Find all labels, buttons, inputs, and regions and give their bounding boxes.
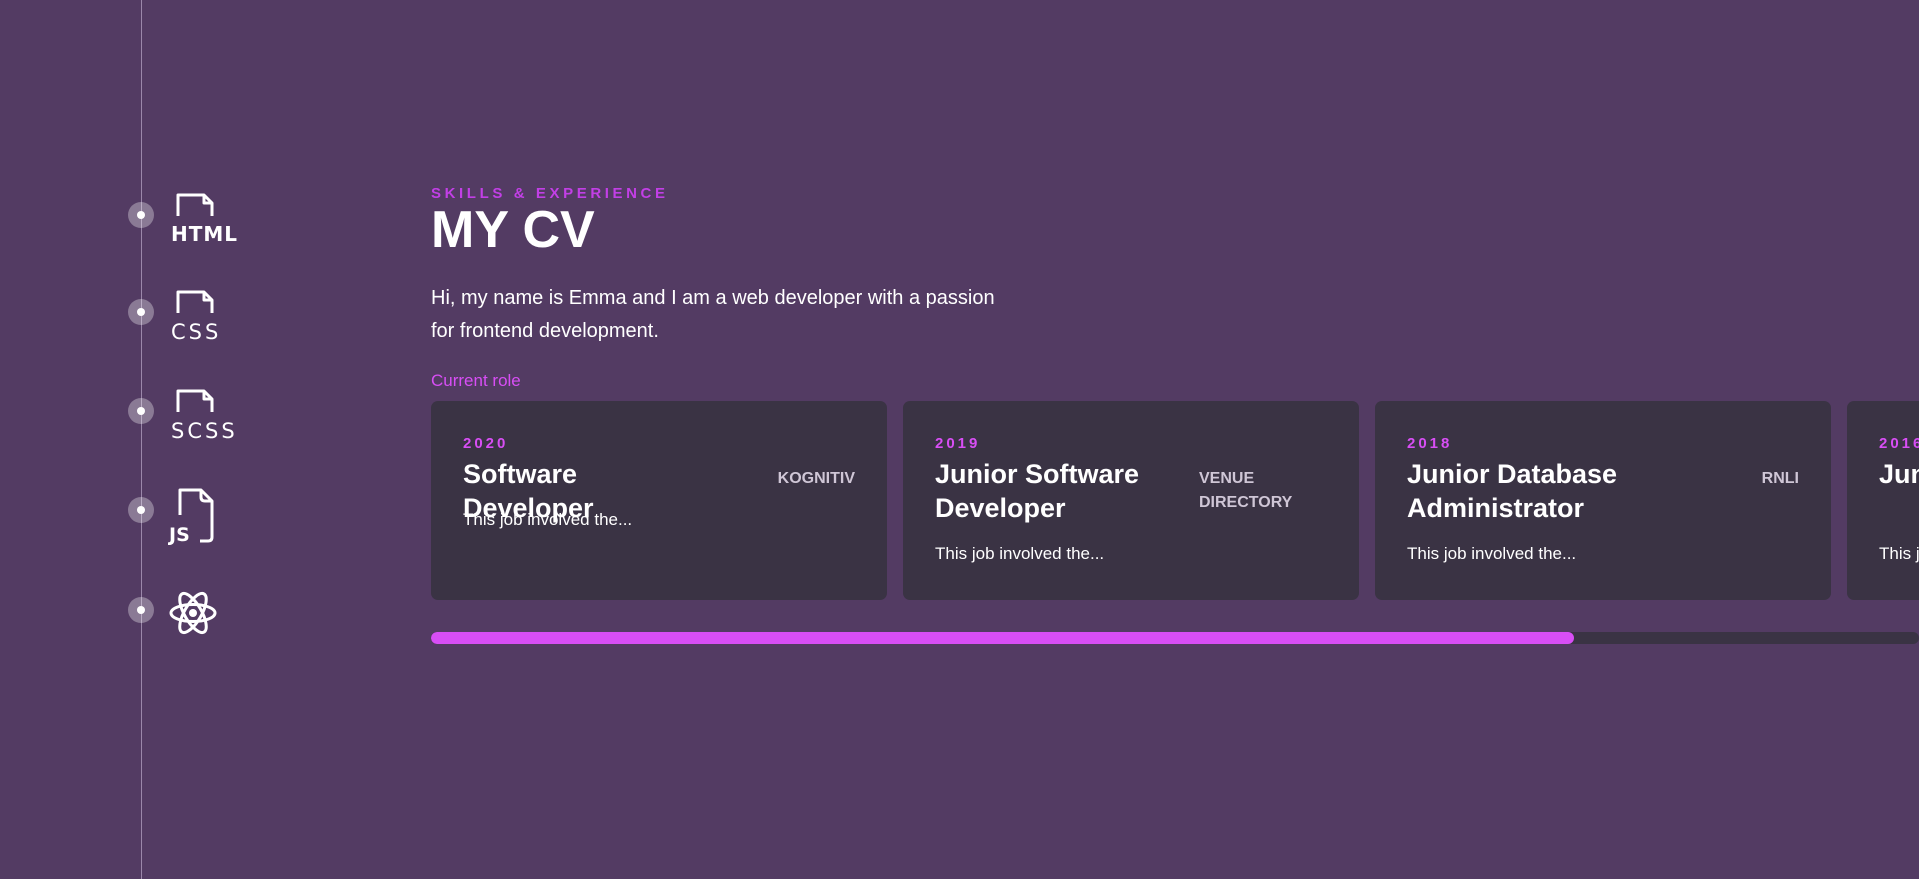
job-card[interactable]: 2020 Software Developer KOGNITIV This jo… xyxy=(431,401,887,600)
job-title: Junior Database Administrator xyxy=(1407,459,1618,523)
job-description: This job involved the... xyxy=(463,510,633,529)
current-role-label: Current role xyxy=(431,371,521,390)
svg-text:SCSS: SCSS xyxy=(171,419,238,443)
react-icon xyxy=(168,587,238,652)
page-title: MY CV xyxy=(431,201,595,259)
job-description: This job involved the... xyxy=(1407,544,1577,563)
job-carousel[interactable]: 2020 Software Developer KOGNITIV This jo… xyxy=(431,401,1919,600)
skill-node-css: CSS xyxy=(128,289,248,359)
job-card[interactable]: 2016 Junior Developer This job involved … xyxy=(1847,401,1919,600)
carousel-scrollbar[interactable] xyxy=(431,632,1919,644)
section-eyebrow: SKILLS & EXPERIENCE xyxy=(431,185,669,202)
job-company: RNLI xyxy=(1761,470,1799,487)
timeline-dot[interactable] xyxy=(128,497,154,523)
job-year: 2020 xyxy=(463,435,509,452)
job-card[interactable]: 2018 Junior Database Administrator RNLI … xyxy=(1375,401,1831,600)
job-year: 2019 xyxy=(935,435,981,452)
svg-text:HTML: HTML xyxy=(171,222,238,246)
svg-text:CSS: CSS xyxy=(171,320,221,344)
timeline-dot[interactable] xyxy=(128,299,154,325)
job-description: This job involved the... xyxy=(935,544,1105,563)
job-year: 2016 xyxy=(1879,435,1919,452)
skill-node-js: JS xyxy=(128,487,248,557)
job-title: Junior Developer xyxy=(1879,459,1919,489)
skill-node-scss: SCSS xyxy=(128,388,248,458)
job-company: VENUE DIRECTORY xyxy=(1199,470,1293,511)
timeline-dot[interactable] xyxy=(128,398,154,424)
intro-text: Hi, my name is Emma and I am a web devel… xyxy=(431,287,995,342)
scss-file-icon: SCSS xyxy=(168,388,243,453)
scrollbar-thumb[interactable] xyxy=(431,632,1574,644)
job-year: 2018 xyxy=(1407,435,1453,452)
css-file-icon: CSS xyxy=(168,289,238,354)
timeline-dot[interactable] xyxy=(128,597,154,623)
timeline-dot[interactable] xyxy=(128,202,154,228)
job-card[interactable]: 2019 Junior Software Developer VENUE DIR… xyxy=(903,401,1359,600)
job-title: Junior Software Developer xyxy=(935,459,1140,523)
html-file-icon: HTML xyxy=(168,192,238,257)
js-file-icon: JS xyxy=(167,487,238,552)
skill-node-react xyxy=(128,587,248,657)
skill-node-html: HTML xyxy=(128,192,248,262)
svg-text:JS: JS xyxy=(168,524,190,546)
job-company: KOGNITIV xyxy=(777,470,855,487)
job-description: This job involved the... xyxy=(1879,544,1919,563)
